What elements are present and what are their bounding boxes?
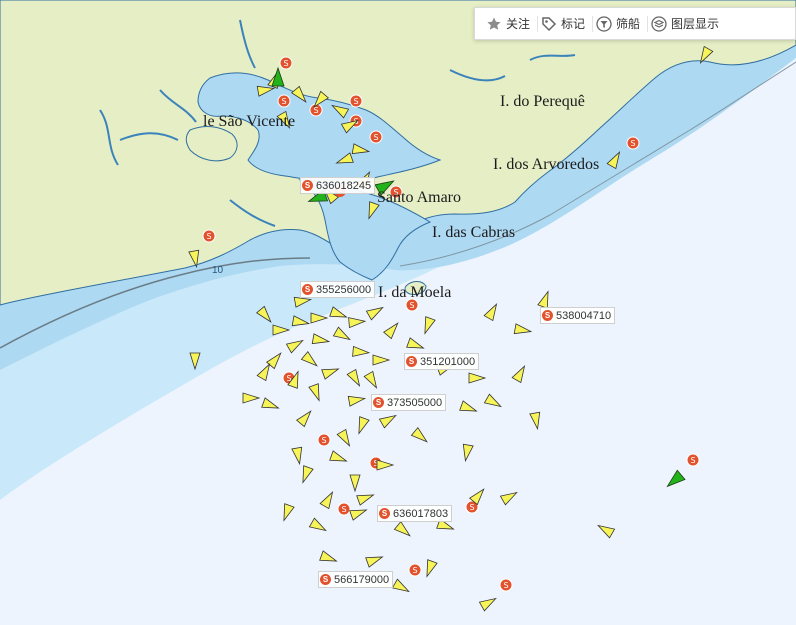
- vessel-label[interactable]: S 373505000: [371, 394, 447, 411]
- place-label-santo-amaro: Santo Amaro: [377, 189, 461, 206]
- place-label-sao-vicente: le São Vicente: [203, 113, 296, 130]
- vessel-id: 566179000: [334, 573, 390, 586]
- vessel-label[interactable]: S 538004710: [540, 307, 616, 324]
- vessel-badge-letter: S: [690, 456, 695, 465]
- follow-button[interactable]: 关注: [483, 7, 537, 40]
- place-label-cabras: I. das Cabras: [432, 224, 516, 241]
- filter-ships-button[interactable]: 筛船: [593, 7, 647, 40]
- filter-icon: [596, 15, 612, 32]
- vessel-badge-letter: S: [373, 133, 378, 142]
- vessel-badge-letter: S: [281, 97, 286, 106]
- vessel-id: 538004710: [556, 309, 612, 322]
- vessel-badge-letter: S: [206, 232, 211, 241]
- vessel-badge-icon: S: [379, 508, 390, 519]
- layers-icon: [651, 15, 667, 32]
- mark-button[interactable]: 标记: [538, 7, 592, 40]
- map-toolbar: 关注 标记 筛船 图层显示: [474, 7, 796, 40]
- vessel-badge-letter: S: [353, 97, 358, 106]
- vessel-id: 636017803: [393, 507, 449, 520]
- vessel-badge-letter: S: [469, 503, 474, 512]
- depth-label: 10: [212, 265, 224, 276]
- vessel-label[interactable]: S 355256000: [300, 281, 376, 298]
- vessel-label[interactable]: S 636017803: [377, 505, 453, 522]
- vessel-label[interactable]: S 636018245: [300, 177, 376, 194]
- layers-button[interactable]: 图层显示: [648, 7, 726, 40]
- vessel-id: 373505000: [387, 396, 443, 409]
- vessel-badge-letter: S: [409, 301, 414, 310]
- vessel-badge-letter: S: [321, 436, 326, 445]
- vessel-badge-letter: S: [412, 566, 417, 575]
- follow-label: 关注: [506, 17, 531, 31]
- vessel-badge-icon: S: [373, 397, 384, 408]
- filter-ships-label: 筛船: [616, 17, 641, 31]
- vessel-badge-icon: S: [302, 284, 313, 295]
- vessel-id: 636018245: [316, 179, 372, 192]
- place-label-pereque: I. do Perequê: [500, 93, 585, 110]
- layers-label: 图层显示: [671, 17, 720, 31]
- vessel-id: 355256000: [316, 283, 372, 296]
- nautical-map[interactable]: 10 SSSSSSSSSSSSSSSSSS P: [0, 0, 796, 625]
- vessel-badge-icon: S: [302, 180, 313, 191]
- vessel-badge-icon: S: [542, 310, 553, 321]
- vessel-id: 351201000: [420, 355, 476, 368]
- vessel-badge-icon: S: [406, 356, 417, 367]
- vessel-badge-icon: S: [320, 574, 331, 585]
- vessel-label[interactable]: S 566179000: [318, 571, 394, 588]
- place-label-moela: I. da Moela: [378, 284, 452, 301]
- place-label-arvoredos: I. dos Arvoredos: [493, 156, 600, 173]
- vessel-badge-letter: S: [630, 139, 635, 148]
- vessel-badge-letter: S: [283, 59, 288, 68]
- tag-icon: [542, 16, 557, 31]
- vessel-label[interactable]: S 351201000: [404, 353, 480, 370]
- star-icon: [487, 17, 501, 30]
- mark-label: 标记: [561, 17, 586, 31]
- vessel-badge-letter: S: [503, 581, 508, 590]
- vessel-badge-letter: S: [341, 505, 346, 514]
